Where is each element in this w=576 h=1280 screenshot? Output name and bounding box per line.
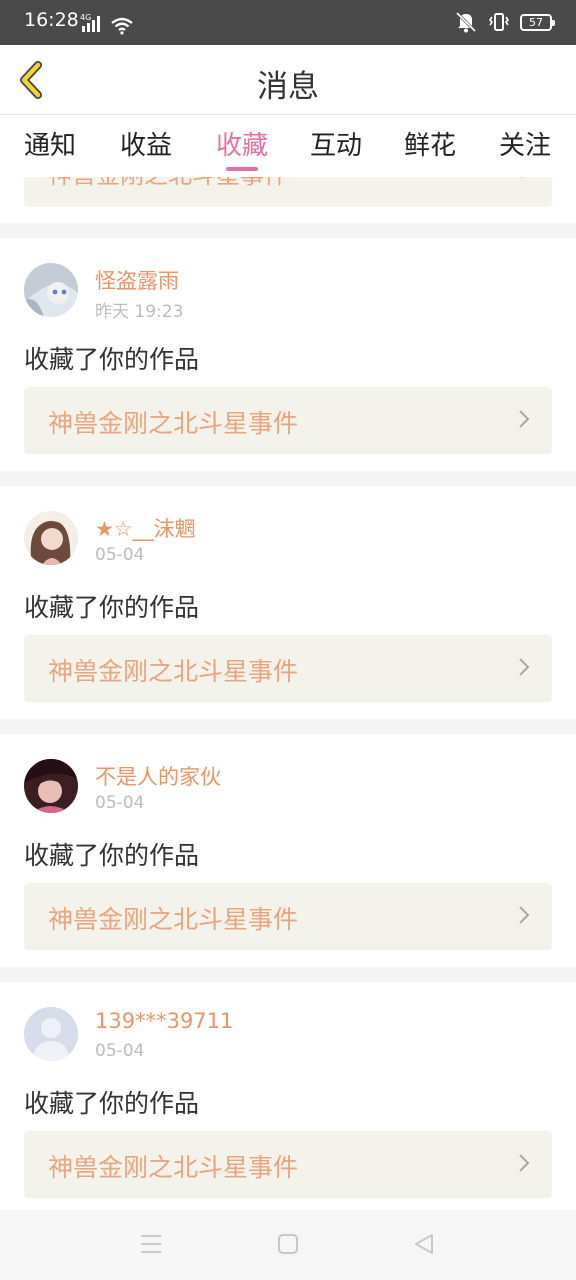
- battery-icon: 57: [520, 13, 555, 31]
- username[interactable]: 139***39711: [95, 1009, 233, 1033]
- battery-level: 57: [529, 15, 543, 29]
- tab-notifications[interactable]: 通知: [10, 125, 90, 162]
- timestamp: 05-04: [95, 1041, 145, 1061]
- tab-earnings[interactable]: 收益: [106, 125, 186, 162]
- page-title: 消息: [257, 69, 319, 105]
- default-avatar-icon[interactable]: [24, 1007, 78, 1061]
- status-time: 16:28: [24, 9, 79, 31]
- tab-favorites[interactable]: 收藏: [202, 125, 282, 162]
- chevron-right-icon: [519, 906, 530, 924]
- action-text: 收藏了你的作品: [24, 345, 200, 374]
- menu-icon[interactable]: [140, 1232, 162, 1256]
- chevron-right-icon: [519, 410, 530, 428]
- list-item: 神兽金刚之北斗星事件: [0, 177, 576, 223]
- wifi-icon: [111, 17, 133, 35]
- chevron-right-icon: [519, 1154, 530, 1172]
- timestamp: 昨天 19:23: [95, 302, 184, 322]
- work-title: 神兽金刚之北斗星事件: [48, 905, 299, 934]
- timestamp: 05-04: [95, 793, 145, 813]
- list-item: 139***39711 05-04 收藏了你的作品 神兽金刚之北斗星事件: [0, 983, 576, 1210]
- list-item: 不是人的家伙 05-04 收藏了你的作品 神兽金刚之北斗星事件: [0, 735, 576, 967]
- work-link[interactable]: 神兽金刚之北斗星事件: [24, 387, 552, 454]
- home-icon[interactable]: [277, 1232, 299, 1256]
- back-icon[interactable]: [413, 1232, 435, 1256]
- work-link[interactable]: 神兽金刚之北斗星事件: [24, 883, 552, 950]
- tab-flowers[interactable]: 鲜花: [390, 125, 470, 162]
- action-text: 收藏了你的作品: [24, 593, 200, 622]
- tab-interactions[interactable]: 互动: [296, 125, 376, 162]
- work-link[interactable]: 神兽金刚之北斗星事件: [24, 1131, 552, 1198]
- action-text: 收藏了你的作品: [24, 1089, 200, 1118]
- user-avatar[interactable]: [24, 263, 78, 317]
- username[interactable]: ★☆__沫魍: [95, 513, 196, 543]
- work-link[interactable]: 神兽金刚之北斗星事件: [24, 177, 552, 207]
- tab-following[interactable]: 关注: [485, 125, 565, 162]
- system-nav-bar: [0, 1210, 576, 1280]
- chevron-right-icon: [519, 658, 530, 676]
- username[interactable]: 怪盗露雨: [95, 265, 179, 295]
- work-title: 神兽金刚之北斗星事件: [48, 177, 288, 190]
- username[interactable]: 不是人的家伙: [95, 761, 221, 791]
- active-tab-indicator: [226, 167, 258, 171]
- timestamp: 05-04: [95, 545, 145, 565]
- work-title: 神兽金刚之北斗星事件: [48, 409, 299, 438]
- work-link[interactable]: 神兽金刚之北斗星事件: [24, 635, 552, 702]
- user-avatar[interactable]: [24, 511, 78, 565]
- header: 消息: [0, 45, 576, 115]
- tab-bar: 通知 收益 收藏 互动 鲜花 关注: [0, 115, 576, 177]
- chevron-right-icon: [520, 177, 522, 178]
- list-item: ★☆__沫魍 05-04 收藏了你的作品 神兽金刚之北斗星事件: [0, 487, 576, 719]
- work-title: 神兽金刚之北斗星事件: [48, 1153, 299, 1182]
- action-text: 收藏了你的作品: [24, 841, 200, 870]
- network-type: 4G: [80, 13, 91, 22]
- mute-bell-icon: [455, 11, 477, 33]
- list-item: 怪盗露雨 昨天 19:23 收藏了你的作品 神兽金刚之北斗星事件: [0, 239, 576, 471]
- vibrate-icon: [488, 13, 510, 31]
- message-list[interactable]: 神兽金刚之北斗星事件 怪盗露雨 昨天 19:23 收藏了你的作品 神兽金刚之北斗…: [0, 177, 576, 1210]
- user-avatar[interactable]: [24, 759, 78, 813]
- work-title: 神兽金刚之北斗星事件: [48, 657, 299, 686]
- signal-icon: 4G: [80, 13, 100, 32]
- status-bar: 16:28 4G 57: [0, 0, 576, 45]
